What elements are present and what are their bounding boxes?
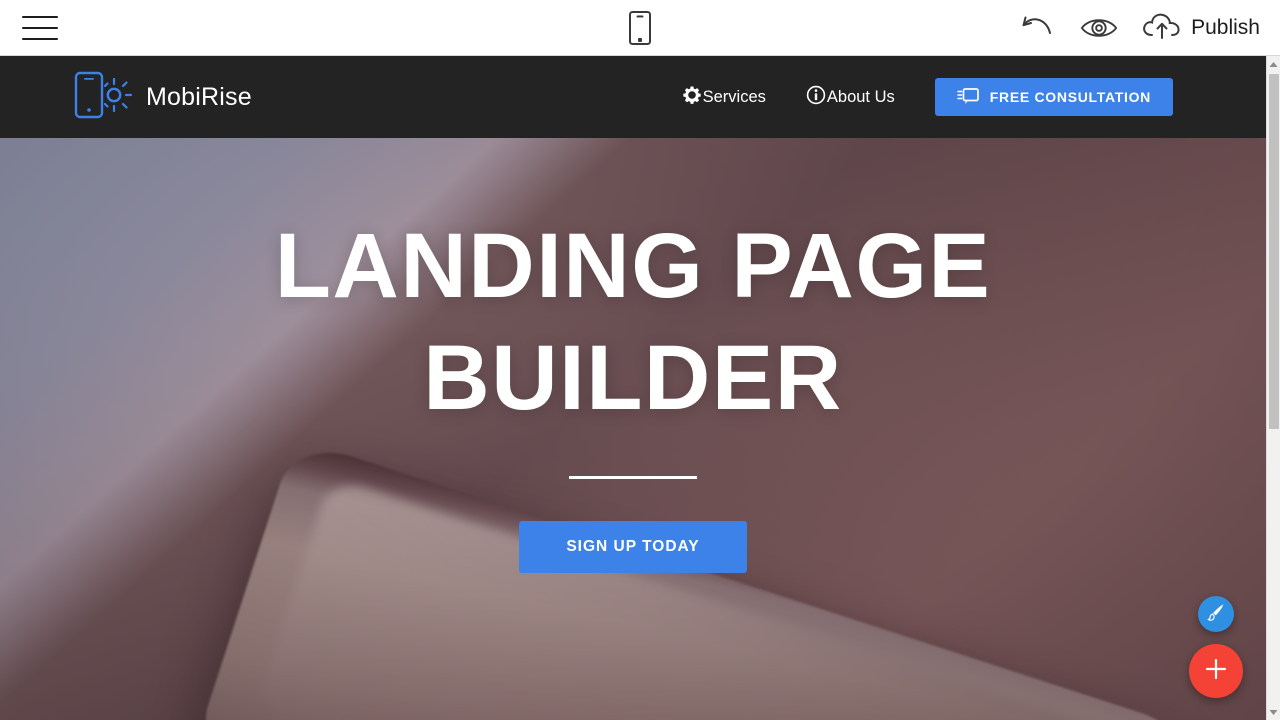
free-consultation-label: FREE CONSULTATION [989, 89, 1151, 105]
cloud-upload-icon [1141, 11, 1183, 46]
site-nav-links: Services About Us FREE CONSULTATION [682, 78, 1173, 116]
eye-preview-icon[interactable] [1079, 8, 1119, 48]
hero-title-line-2: BUILDER [423, 327, 843, 429]
hero-section: LANDING PAGE BUILDER SIGN UP TODAY [0, 138, 1266, 720]
vertical-scrollbar[interactable] [1266, 56, 1280, 720]
free-consultation-button[interactable]: FREE CONSULTATION [934, 78, 1173, 116]
app-toolbar: Publish [0, 0, 1280, 56]
chat-bubble-icon [957, 87, 979, 108]
nav-link-label: About Us [826, 87, 895, 106]
hero-content: LANDING PAGE BUILDER SIGN UP TODAY [0, 138, 1266, 573]
hamburger-menu-icon[interactable] [22, 13, 58, 43]
hamburger-line [22, 27, 58, 29]
undo-arrow-icon[interactable] [1017, 8, 1057, 48]
scroll-up-arrow-icon[interactable] [1267, 56, 1280, 72]
publish-label: Publish [1191, 16, 1260, 39]
site-canvas: MobiRise Services About Us FREE CONSULTA… [0, 56, 1266, 720]
nav-link-about-us[interactable]: About Us [806, 85, 895, 110]
info-circle-icon [806, 85, 826, 110]
gear-icon [682, 85, 702, 110]
mobirise-phone-sun-logo-icon [74, 69, 133, 126]
nav-link-services[interactable]: Services [682, 85, 766, 110]
brand-name: MobiRise [146, 82, 252, 111]
style-brush-button[interactable] [1198, 596, 1234, 632]
sign-up-today-button[interactable]: SIGN UP TODAY [519, 521, 747, 573]
mobile-viewport-icon[interactable] [618, 6, 662, 50]
nav-link-label: Services [702, 87, 766, 106]
floating-action-buttons [1189, 596, 1243, 698]
paint-brush-icon [1206, 602, 1226, 627]
hamburger-line [22, 16, 58, 18]
add-block-button[interactable] [1189, 644, 1243, 698]
hero-title[interactable]: LANDING PAGE BUILDER [0, 210, 1266, 434]
scroll-down-arrow-icon[interactable] [1267, 704, 1280, 720]
scrollbar-thumb[interactable] [1269, 74, 1279, 429]
hamburger-line [22, 38, 58, 40]
plus-icon [1202, 655, 1230, 688]
hero-title-line-1: LANDING PAGE [274, 215, 992, 317]
brand-logo[interactable]: MobiRise [74, 69, 252, 126]
publish-button[interactable]: Publish [1141, 11, 1260, 46]
toolbar-right-group: Publish [1017, 0, 1260, 56]
hero-divider [569, 476, 697, 479]
site-navbar: MobiRise Services About Us FREE CONSULTA… [0, 56, 1266, 138]
